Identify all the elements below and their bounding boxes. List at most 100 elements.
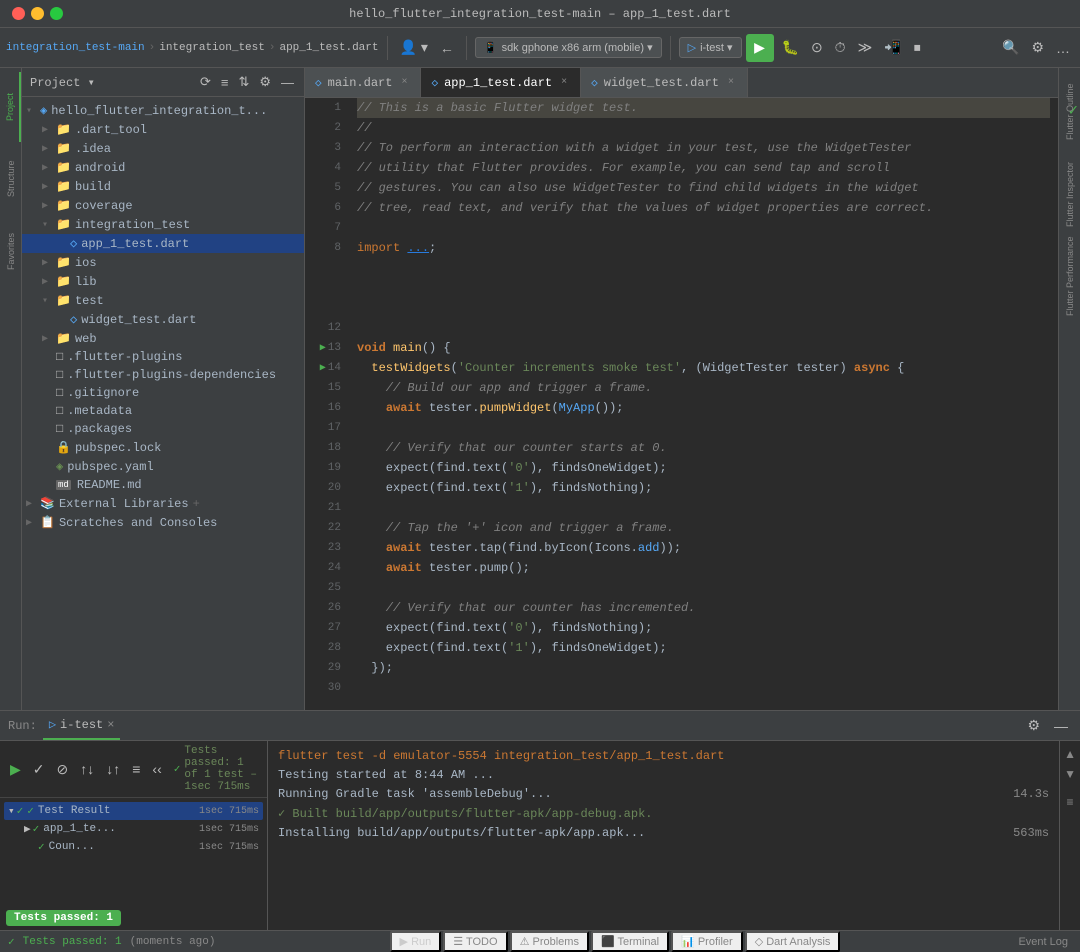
tree-item-dart-tool[interactable]: ▶ 📁 .dart_tool <box>22 120 304 139</box>
coverage-button[interactable]: ⊙ <box>807 35 827 60</box>
run-result-root[interactable]: ▾ ✓ ✓ Test Result 1sec 715ms <box>4 802 263 820</box>
more-run-button[interactable]: ≫ <box>854 35 877 60</box>
tree-item-root[interactable]: ▾ ◈ hello_flutter_integration_t... <box>22 101 304 120</box>
yaml-icon: ◈ <box>56 459 63 474</box>
bottom-tab-problems[interactable]: ⚠ Problems <box>510 931 589 952</box>
flutter-performance-tab[interactable]: Flutter Performance <box>1060 236 1080 316</box>
run-panel-settings[interactable]: ⚙ <box>1023 715 1044 736</box>
code-text: expect(find.text( <box>357 641 508 655</box>
code-text: expect(find.text( <box>357 461 508 475</box>
tree-item-widget-test[interactable]: ◇ widget_test.dart <box>22 310 304 329</box>
tree-item-integration-test[interactable]: ▾ 📁 integration_test <box>22 215 304 234</box>
scroll-up-btn[interactable]: ▲ <box>1062 745 1078 763</box>
bottom-tab-run[interactable]: ▶ Run <box>390 931 442 952</box>
structure-tab[interactable]: Structure <box>1 144 21 214</box>
profile-button[interactable]: 👤 ▾ <box>396 35 432 60</box>
run-config-label: i-test ▾ <box>700 41 732 54</box>
run-filter-btn[interactable]: ≡ <box>128 759 144 779</box>
bottom-tab-todo[interactable]: ☰ TODO <box>443 931 507 952</box>
scroll-down-btn[interactable]: ▼ <box>1062 765 1078 783</box>
close-tab-app1[interactable]: × <box>558 76 570 89</box>
tree-item-metadata[interactable]: □ .metadata <box>22 402 304 420</box>
event-log-btn[interactable]: Event Log <box>1014 936 1072 948</box>
tree-item-flutter-plugins-deps[interactable]: □ .flutter-plugins-dependencies <box>22 366 304 384</box>
tree-item-lib[interactable]: ▶ 📁 lib <box>22 272 304 291</box>
bottom-tab-dart-analysis[interactable]: ◇ Dart Analysis <box>745 931 841 952</box>
line-num-9 <box>305 258 349 278</box>
device-button[interactable]: 📲 <box>880 35 905 60</box>
project-tab[interactable]: Project <box>1 72 21 142</box>
scroll-end-btn[interactable]: ≡ <box>1062 793 1078 811</box>
bottom-tab-profiler[interactable]: 📊 Profiler <box>671 931 743 952</box>
line-num-22: 22 <box>305 518 349 538</box>
tree-item-scratches[interactable]: ▶ 📋 Scratches and Consoles <box>22 513 304 532</box>
arrow-icon: ▶ <box>42 162 56 174</box>
line-num-7: 7 <box>305 218 349 238</box>
tree-item-gitignore[interactable]: □ .gitignore <box>22 384 304 402</box>
flutter-inspector-tab[interactable]: Flutter Inspector <box>1060 154 1080 234</box>
minimize-button[interactable] <box>31 7 44 20</box>
run-sort-desc-btn[interactable]: ↓↑ <box>102 759 124 779</box>
tab-main-dart[interactable]: ◇ main.dart × <box>305 68 421 97</box>
sync-icon[interactable]: ⟳ <box>198 72 213 92</box>
favorites-tab[interactable]: Favorites <box>1 216 21 286</box>
tree-item-packages[interactable]: □ .packages <box>22 420 304 438</box>
code-line-25 <box>357 578 1050 598</box>
profile-run-button[interactable]: ⏱ <box>831 35 850 60</box>
tree-item-flutter-plugins[interactable]: □ .flutter-plugins <box>22 348 304 366</box>
close-button[interactable] <box>12 7 25 20</box>
run-result-app1[interactable]: ▶ ✓ app_1_te... 1sec 715ms <box>4 820 263 838</box>
run-check-btn[interactable]: ✓ <box>29 759 49 780</box>
tab-widget-test[interactable]: ◇ widget_test.dart × <box>581 68 748 97</box>
tab-app1-test[interactable]: ◇ app_1_test.dart × <box>421 68 581 97</box>
code-text: ( <box>451 361 458 375</box>
run-sort-asc-btn[interactable]: ↑↓ <box>76 759 98 779</box>
tree-item-pubspec-lock[interactable]: 🔒 pubspec.lock <box>22 438 304 457</box>
settings-button[interactable]: ⚙ <box>1027 35 1048 60</box>
run-config-selector[interactable]: ▷ i-test ▾ <box>679 37 742 58</box>
collapse-icon[interactable]: ≡ <box>219 73 231 92</box>
tree-item-coverage[interactable]: ▶ 📁 coverage <box>22 196 304 215</box>
tree-item-external-libs[interactable]: ▶ 📚 External Libraries + <box>22 494 304 513</box>
run-nav-prev-btn[interactable]: ‹‹ <box>148 759 165 779</box>
breadcrumb-item-2[interactable]: integration_test <box>159 42 265 54</box>
maximize-button[interactable] <box>50 7 63 20</box>
more-actions-button[interactable]: … <box>1052 36 1074 60</box>
window-controls[interactable] <box>12 7 63 20</box>
run-tab-close[interactable]: × <box>107 718 114 732</box>
run-tab-itest[interactable]: ▷ i-test × <box>43 711 121 740</box>
run-stop-btn[interactable]: ⊘ <box>53 759 73 780</box>
code-editor[interactable]: 1 2 3 4 5 6 7 8 12 ▶13 ▶14 15 16 <box>305 98 1058 710</box>
run-results-panel: ▶ ✓ ⊘ ↑↓ ↓↑ ≡ ‹‹ ✓ Tests passed: 1 of 1 … <box>0 741 268 930</box>
tree-item-android[interactable]: ▶ 📁 android <box>22 158 304 177</box>
run-panel-minimize[interactable]: — <box>1050 716 1072 736</box>
run-results-list[interactable]: ▾ ✓ ✓ Test Result 1sec 715ms ▶ ✓ app_1_t… <box>0 798 267 904</box>
flutter-outline-tab[interactable]: Flutter Outline <box>1060 72 1080 152</box>
code-content[interactable]: // This is a basic Flutter widget test. … <box>349 98 1058 710</box>
code-text: // <box>357 121 371 135</box>
run-result-counter[interactable]: ✓ Coun... 1sec 715ms <box>4 838 263 856</box>
breadcrumb-item-3[interactable]: app_1_test.dart <box>279 42 378 54</box>
gear-icon[interactable]: ⚙ <box>257 72 273 92</box>
close-sidebar-icon[interactable]: — <box>279 73 296 92</box>
tree-item-build[interactable]: ▶ 📁 build <box>22 177 304 196</box>
sort-icon[interactable]: ⇅ <box>236 72 251 92</box>
debug-button[interactable]: 🐛 <box>778 35 803 60</box>
tree-item-ios[interactable]: ▶ 📁 ios <box>22 253 304 272</box>
close-tab-main[interactable]: × <box>398 76 410 89</box>
run-button[interactable]: ▶ <box>746 34 774 62</box>
bottom-tab-terminal[interactable]: ⬛ Terminal <box>591 931 669 952</box>
tree-item-readme[interactable]: md README.md <box>22 476 304 494</box>
tree-item-app1-test[interactable]: ◇ app_1_test.dart <box>22 234 304 253</box>
breadcrumb-item-1[interactable]: integration_test-main <box>6 42 145 54</box>
sdk-selector[interactable]: 📱 sdk gphone x86 arm (mobile) ▾ <box>475 37 662 58</box>
close-tab-widget[interactable]: × <box>725 76 737 89</box>
tree-item-pubspec-yaml[interactable]: ◈ pubspec.yaml <box>22 457 304 476</box>
tree-item-web[interactable]: ▶ 📁 web <box>22 329 304 348</box>
back-button[interactable]: ← <box>436 36 458 60</box>
tree-item-test[interactable]: ▾ 📁 test <box>22 291 304 310</box>
search-button[interactable]: 🔍 <box>998 35 1023 60</box>
stop-button[interactable]: ⏹ <box>910 35 925 60</box>
tree-item-idea[interactable]: ▶ 📁 .idea <box>22 139 304 158</box>
run-play-btn[interactable]: ▶ <box>6 759 25 780</box>
